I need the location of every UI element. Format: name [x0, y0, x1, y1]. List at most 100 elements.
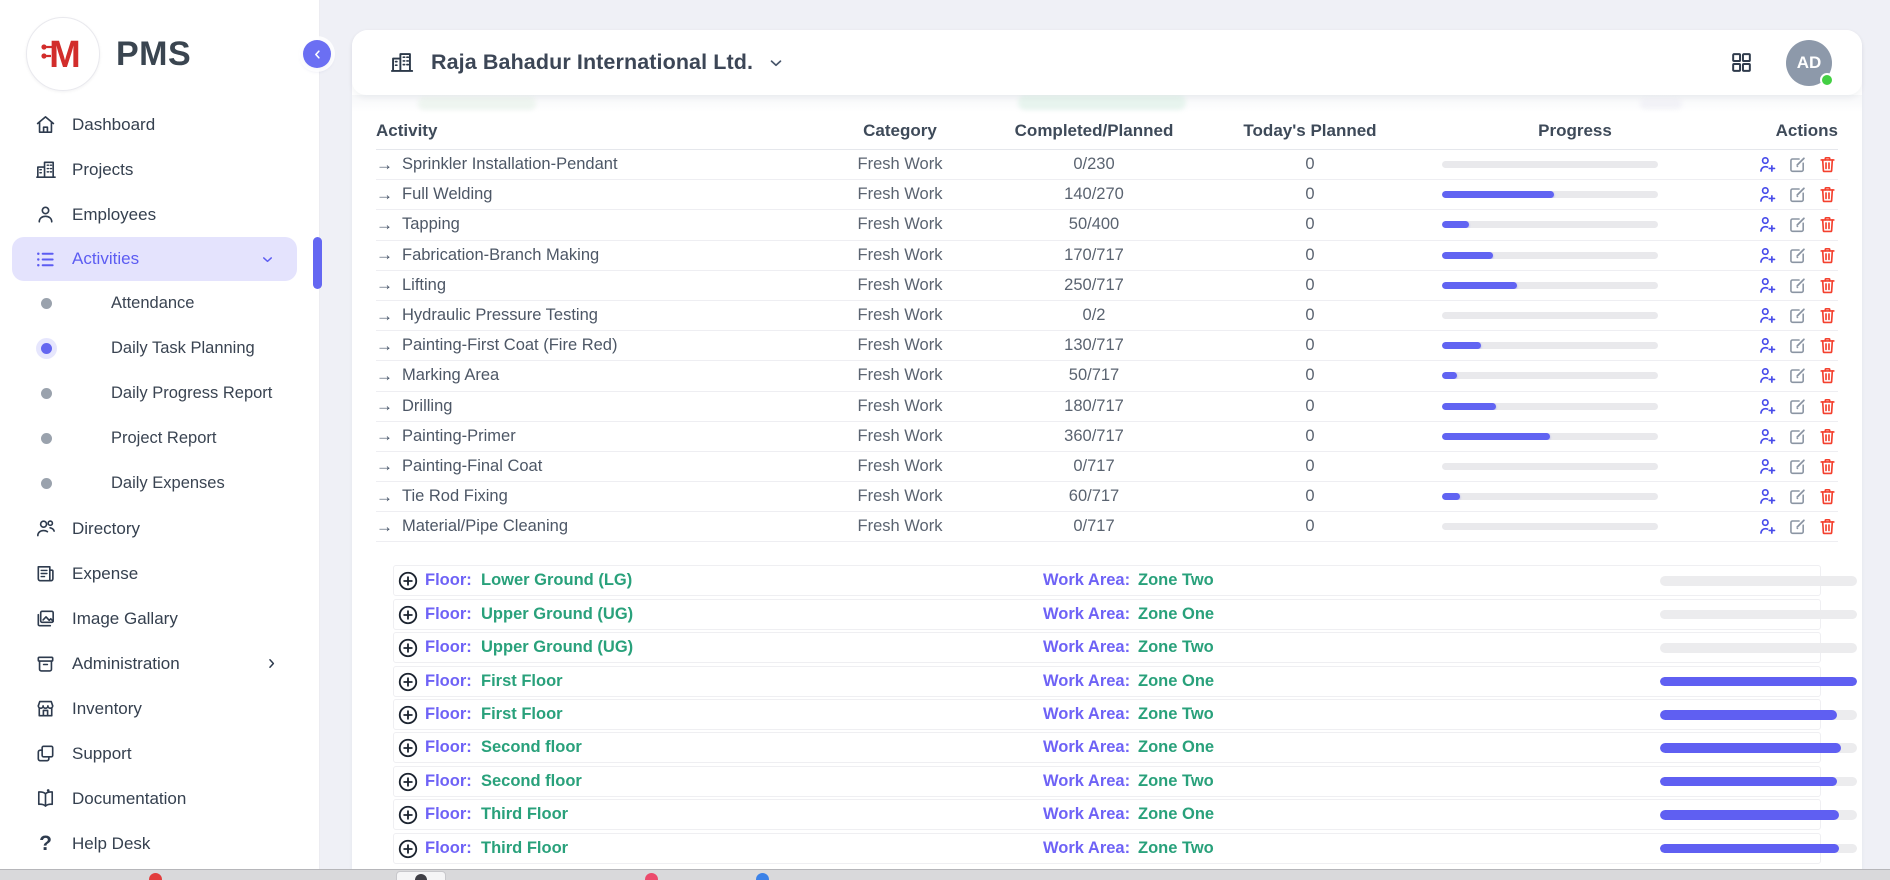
sidebar-item-inventory[interactable]: Inventory — [0, 686, 319, 731]
delete-button[interactable] — [1817, 154, 1838, 175]
category-cell: Fresh Work — [812, 427, 988, 446]
sidebar-item-expense[interactable]: Expense — [0, 551, 319, 596]
floor-progress-track — [1660, 610, 1857, 620]
assign-user-button[interactable] — [1757, 396, 1778, 417]
column-header-actions: Actions — [1730, 121, 1838, 141]
assign-user-button[interactable] — [1757, 456, 1778, 477]
table-row: → Marking Area Fresh Work 50/717 0 — [376, 361, 1838, 391]
assign-user-button[interactable] — [1757, 154, 1778, 175]
expand-plus-icon[interactable] — [397, 704, 419, 726]
sidebar-item-support[interactable]: Support — [0, 731, 319, 776]
expand-plus-icon[interactable] — [397, 637, 419, 659]
sidebar-item-project-report[interactable]: Project Report — [0, 416, 319, 461]
completed-planned-cell: 0/717 — [988, 517, 1200, 536]
user-avatar[interactable]: AD — [1786, 40, 1832, 86]
todays-planned-cell: 0 — [1200, 276, 1420, 295]
sidebar-item-administration[interactable]: Administration — [0, 641, 319, 686]
delete-button[interactable] — [1817, 426, 1838, 447]
completed-planned-cell: 50/400 — [988, 215, 1200, 234]
sidebar-item-help-desk[interactable]: ? Help Desk — [0, 821, 319, 866]
delete-button[interactable] — [1817, 335, 1838, 356]
assign-user-button[interactable] — [1757, 335, 1778, 356]
delete-button[interactable] — [1817, 245, 1838, 266]
apps-grid-icon[interactable] — [1729, 50, 1754, 75]
edit-button[interactable] — [1787, 214, 1808, 235]
floor-label: Floor: — [425, 571, 472, 590]
chevron-right-icon — [264, 656, 279, 671]
activity-name: Full Welding — [402, 185, 492, 204]
copies-icon — [34, 742, 57, 765]
expand-plus-icon[interactable] — [397, 737, 419, 759]
edit-button[interactable] — [1787, 245, 1808, 266]
bullet-icon — [41, 433, 52, 444]
sidebar-item-image-gallary[interactable]: Image Gallary — [0, 596, 319, 641]
edit-button[interactable] — [1787, 335, 1808, 356]
delete-button[interactable] — [1817, 184, 1838, 205]
completed-planned-cell: 140/270 — [988, 185, 1200, 204]
delete-button[interactable] — [1817, 365, 1838, 386]
image-icon — [34, 607, 57, 630]
sidebar-item-daily-task-planning[interactable]: Daily Task Planning — [0, 326, 319, 371]
activity-name: Sprinkler Installation-Pendant — [402, 155, 618, 174]
assign-user-button[interactable] — [1757, 365, 1778, 386]
delete-button[interactable] — [1817, 214, 1838, 235]
sidebar-item-directory[interactable]: Directory — [0, 506, 319, 551]
edit-button[interactable] — [1787, 486, 1808, 507]
taskbar-icon-blue — [756, 873, 769, 880]
todays-planned-cell: 0 — [1200, 306, 1420, 325]
arrow-right-icon: → — [376, 306, 393, 326]
expand-plus-icon[interactable] — [397, 604, 419, 626]
assign-user-button[interactable] — [1757, 486, 1778, 507]
delete-button[interactable] — [1817, 516, 1838, 537]
sidebar-item-daily-expenses[interactable]: Daily Expenses — [0, 461, 319, 506]
online-status-dot — [1820, 73, 1834, 87]
assign-user-button[interactable] — [1757, 184, 1778, 205]
assign-user-button[interactable] — [1757, 214, 1778, 235]
floors-list: Floor: Lower Ground (LG) Work Area: Zone… — [376, 565, 1838, 863]
sidebar-nav: Dashboard Projects Employees Activities … — [0, 102, 319, 866]
expand-plus-icon[interactable] — [397, 838, 419, 860]
logo: M PMS — [0, 0, 319, 102]
assign-user-button[interactable] — [1757, 275, 1778, 296]
floor-name: Third Floor — [481, 805, 568, 824]
sidebar-item-documentation[interactable]: Documentation — [0, 776, 319, 821]
assign-user-button[interactable] — [1757, 245, 1778, 266]
assign-user-button[interactable] — [1757, 305, 1778, 326]
sidebar-collapse-button[interactable] — [303, 40, 331, 68]
edit-button[interactable] — [1787, 426, 1808, 447]
delete-button[interactable] — [1817, 275, 1838, 296]
edit-button[interactable] — [1787, 396, 1808, 417]
sidebar-item-projects[interactable]: Projects — [0, 147, 319, 192]
assign-user-button[interactable] — [1757, 516, 1778, 537]
expand-plus-icon[interactable] — [397, 804, 419, 826]
floor-row: Floor: Second floor Work Area: Zone Two — [393, 766, 1821, 797]
edit-button[interactable] — [1787, 305, 1808, 326]
edit-button[interactable] — [1787, 184, 1808, 205]
expand-plus-icon[interactable] — [397, 671, 419, 693]
sidebar-item-daily-progress-report[interactable]: Daily Progress Report — [0, 371, 319, 416]
expand-plus-icon[interactable] — [397, 771, 419, 793]
edit-button[interactable] — [1787, 456, 1808, 477]
assign-user-button[interactable] — [1757, 426, 1778, 447]
floor-progress-track — [1660, 576, 1857, 586]
delete-button[interactable] — [1817, 456, 1838, 477]
sidebar-item-attendance[interactable]: Attendance — [0, 281, 319, 326]
table-row: → Hydraulic Pressure Testing Fresh Work … — [376, 301, 1838, 331]
delete-button[interactable] — [1817, 396, 1838, 417]
sidebar-item-activities[interactable]: Activities — [12, 237, 297, 281]
edit-button[interactable] — [1787, 275, 1808, 296]
chevron-down-icon[interactable] — [767, 54, 785, 72]
floor-label: Floor: — [425, 839, 472, 858]
delete-button[interactable] — [1817, 486, 1838, 507]
work-area-label: Work Area: — [1043, 738, 1130, 757]
chevron-down-icon — [260, 252, 275, 267]
sidebar-item-dashboard[interactable]: Dashboard — [0, 102, 319, 147]
delete-button[interactable] — [1817, 305, 1838, 326]
todays-planned-cell: 0 — [1200, 397, 1420, 416]
edit-button[interactable] — [1787, 516, 1808, 537]
sidebar-item-employees[interactable]: Employees — [0, 192, 319, 237]
edit-button[interactable] — [1787, 154, 1808, 175]
work-area-label: Work Area: — [1043, 705, 1130, 724]
expand-plus-icon[interactable] — [397, 570, 419, 592]
edit-button[interactable] — [1787, 365, 1808, 386]
